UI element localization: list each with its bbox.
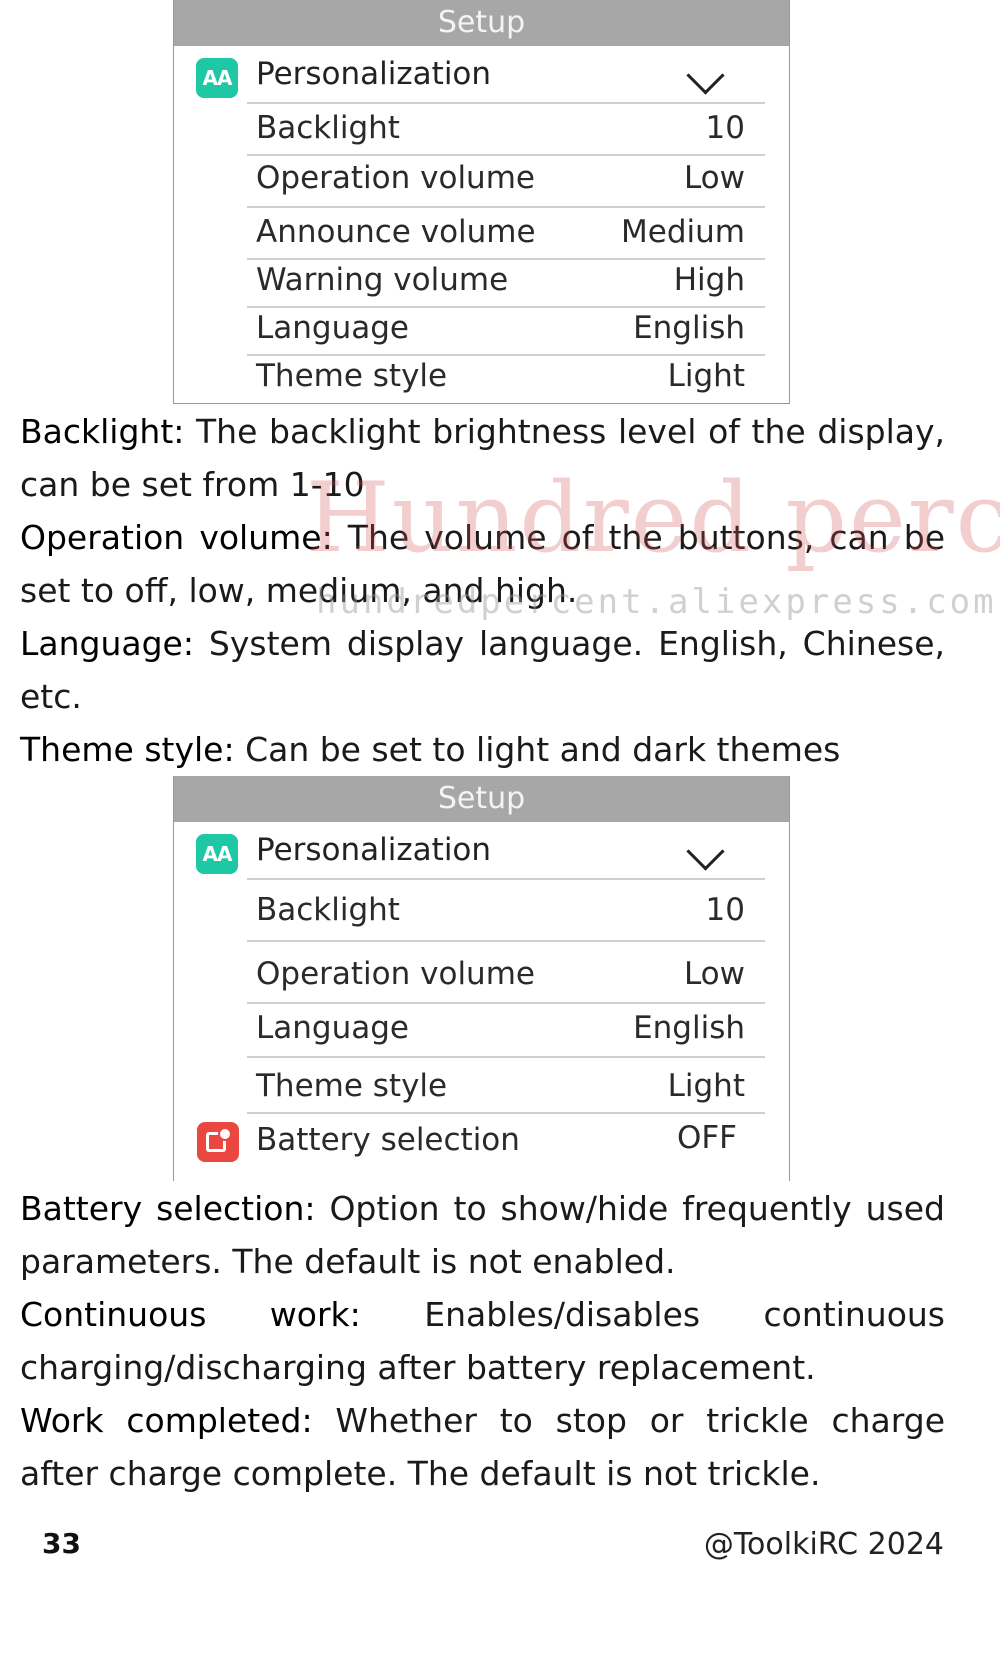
setting-row-theme-style[interactable]: Theme style Light xyxy=(174,1056,789,1112)
setting-label: Language xyxy=(256,310,409,346)
desc-theme-style-text: Can be set to light and dark themes xyxy=(234,730,841,769)
footer-credit: @ToolkiRC 2024 xyxy=(703,1527,944,1562)
term-language: Language: xyxy=(20,624,194,663)
divider xyxy=(247,1112,765,1114)
divider xyxy=(247,306,765,308)
chevron-down-icon[interactable] xyxy=(686,832,725,871)
personalization-group[interactable]: AA Personalization xyxy=(174,822,789,878)
setting-label: Language xyxy=(256,1010,409,1046)
page-number: 33 xyxy=(42,1527,81,1560)
text-size-icon: AA xyxy=(196,834,238,874)
desc-battery-selection: Battery selection: Option to show/hide f… xyxy=(20,1182,945,1288)
setup-title: Setup xyxy=(174,0,789,46)
divider xyxy=(247,1002,765,1004)
setting-value: Medium xyxy=(621,214,745,250)
setup-screen-2: Setup AA Personalization Backlight 10 Op… xyxy=(173,776,790,1181)
personalization-label: Personalization xyxy=(256,832,492,868)
desc-theme-style: Theme style: Can be set to light and dar… xyxy=(20,723,945,776)
setting-value: Light xyxy=(667,358,745,394)
description-section-2: Battery selection: Option to show/hide f… xyxy=(20,1182,945,1500)
setting-label: Backlight xyxy=(256,892,400,928)
setting-row-backlight[interactable]: Backlight 10 xyxy=(174,102,789,154)
setting-label: Theme style xyxy=(256,358,448,394)
setting-value: Low xyxy=(683,956,745,992)
battery-selection-icon xyxy=(197,1122,239,1162)
setting-row-backlight[interactable]: Backlight 10 xyxy=(174,878,789,940)
description-section-1: Backlight: The backlight brightness leve… xyxy=(20,405,945,776)
setting-label: Announce volume xyxy=(256,214,536,250)
setting-value: Light xyxy=(667,1068,745,1104)
setting-value: English xyxy=(633,1010,745,1046)
setting-value: High xyxy=(673,262,745,298)
divider xyxy=(247,102,765,104)
term-continuous-work: Continuous work: xyxy=(20,1295,361,1334)
setting-value: English xyxy=(633,310,745,346)
setting-value: OFF xyxy=(676,1120,737,1156)
setting-label: Operation volume xyxy=(256,956,535,992)
personalization-label: Personalization xyxy=(256,56,492,92)
divider xyxy=(247,878,765,880)
desc-language: Language: System display language. Engli… xyxy=(20,617,945,723)
divider xyxy=(247,154,765,156)
divider xyxy=(247,258,765,260)
desc-continuous-work: Continuous work: Enables/disables contin… xyxy=(20,1288,945,1394)
desc-operation-volume: Operation volume: The volume of the butt… xyxy=(20,511,945,617)
setting-row-operation-volume[interactable]: Operation volume Low xyxy=(174,154,789,206)
battery-selection-icon-dot xyxy=(218,1127,232,1141)
setup-title: Setup xyxy=(174,776,789,822)
setting-value: 10 xyxy=(705,110,745,146)
term-backlight: Backlight: xyxy=(20,412,185,451)
setting-row-battery-selection[interactable]: Battery selection OFF xyxy=(174,1112,789,1180)
personalization-group[interactable]: AA Personalization xyxy=(174,46,789,102)
setting-label: Operation volume xyxy=(256,160,535,196)
setting-label: Battery selection xyxy=(256,1122,520,1158)
setting-label: Backlight xyxy=(256,110,400,146)
divider xyxy=(247,940,765,942)
setting-row-announce-volume[interactable]: Announce volume Medium xyxy=(174,206,789,258)
term-operation-volume: Operation volume: xyxy=(20,518,333,557)
setup-screen-1: Setup AA Personalization Backlight 10 Op… xyxy=(173,0,790,404)
term-work-completed: Work completed: xyxy=(20,1401,313,1440)
setting-value: Low xyxy=(683,160,745,196)
divider xyxy=(247,1056,765,1058)
setting-row-language[interactable]: Language English xyxy=(174,1002,789,1056)
setting-row-theme-style[interactable]: Theme style Light xyxy=(174,354,789,402)
setting-row-warning-volume[interactable]: Warning volume High xyxy=(174,258,789,306)
desc-backlight: Backlight: The backlight brightness leve… xyxy=(20,405,945,511)
setting-row-language[interactable]: Language English xyxy=(174,306,789,354)
term-theme-style: Theme style: xyxy=(20,730,235,769)
setting-label: Theme style xyxy=(256,1068,448,1104)
text-size-icon: AA xyxy=(196,58,238,98)
setting-row-operation-volume[interactable]: Operation volume Low xyxy=(174,940,789,1002)
setting-value: 10 xyxy=(705,892,745,928)
divider xyxy=(247,354,765,356)
divider xyxy=(247,206,765,208)
term-battery-selection: Battery selection: xyxy=(20,1189,316,1228)
desc-work-completed: Work completed: Whether to stop or trick… xyxy=(20,1394,945,1500)
setting-label: Warning volume xyxy=(256,262,509,298)
chevron-down-icon[interactable] xyxy=(686,56,725,95)
